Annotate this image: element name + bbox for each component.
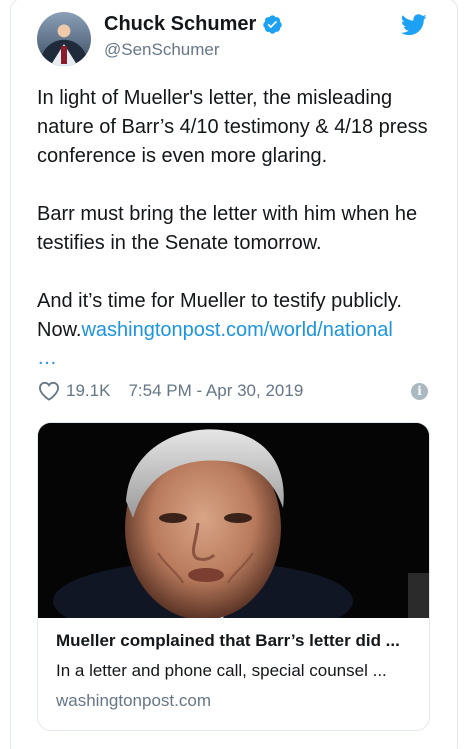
like-count[interactable]: 19.1K: [66, 381, 110, 401]
info-icon[interactable]: i: [411, 383, 428, 400]
author-names: Chuck Schumer @SenSchumer: [104, 12, 283, 62]
tweet-link[interactable]: washingtonpost.com/world/national: [81, 319, 392, 341]
tweet-text: In light of Mueller's letter, the mislea…: [37, 84, 437, 371]
link-preview-description: In a letter and phone call, special coun…: [56, 661, 387, 680]
link-preview-title[interactable]: Mueller complained that Barr’s letter di…: [56, 630, 411, 652]
author-display-name-row[interactable]: Chuck Schumer: [104, 12, 283, 36]
link-preview-body: Mueller complained that Barr’s letter di…: [38, 618, 429, 712]
avatar[interactable]: [37, 12, 91, 66]
tweet-header: Chuck Schumer @SenSchumer: [37, 12, 437, 68]
heart-icon[interactable]: [38, 381, 60, 401]
link-preview-image: [38, 423, 429, 618]
tweet-paragraph-3: And it’s time for Mueller to testify pub…: [37, 287, 437, 371]
author-handle[interactable]: @SenSchumer: [104, 38, 283, 62]
tweet-paragraph-2: Barr must bring the letter with him when…: [37, 203, 418, 254]
portrait-illustration: [38, 423, 429, 618]
tweet-paragraph-1: In light of Mueller's letter, the mislea…: [37, 87, 428, 167]
link-preview-card[interactable]: Mueller complained that Barr’s letter di…: [37, 422, 430, 731]
twitter-bird-icon[interactable]: [401, 14, 427, 36]
link-preview-domain: washingtonpost.com: [56, 691, 211, 710]
tweet-meta: 19.1K 7:54 PM - Apr 30, 2019 i: [38, 378, 428, 404]
tweet-timestamp[interactable]: 7:54 PM - Apr 30, 2019: [128, 381, 303, 401]
verified-badge-icon: [263, 14, 282, 34]
tweet-link-ellipsis[interactable]: …: [37, 345, 437, 371]
author-display-name[interactable]: Chuck Schumer: [104, 12, 256, 36]
